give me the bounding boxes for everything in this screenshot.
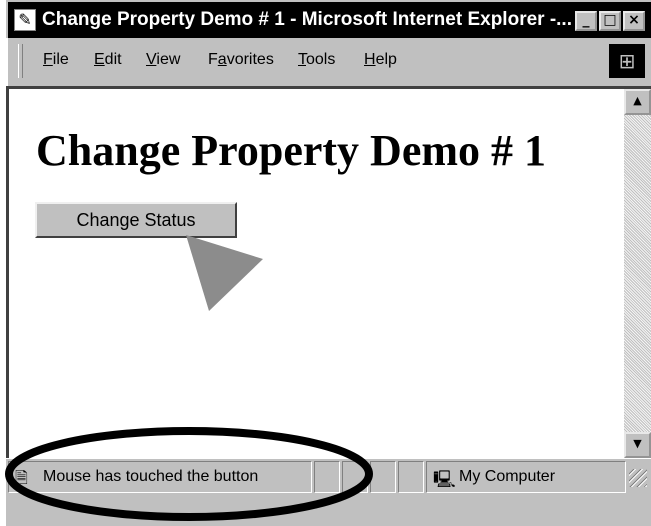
ie-page-icon[interactable]: ✎ [14, 9, 36, 31]
computer-icon: 🖳 [433, 470, 456, 490]
vertical-scrollbar[interactable]: ▲ ▼ [624, 89, 651, 458]
status-pane-empty-3 [370, 461, 396, 493]
status-pane-empty-4 [398, 461, 424, 493]
security-zone-pane: 🖳 My Computer [426, 461, 626, 493]
menu-view[interactable]: View [146, 51, 180, 69]
menu-file[interactable]: File [43, 51, 69, 69]
minimize-button[interactable]: _ [575, 11, 597, 31]
resize-grip-icon[interactable] [629, 469, 647, 487]
menu-bar-grip[interactable] [18, 44, 23, 78]
status-bar: 🗎 Mouse has touched the button 🖳 My Comp… [6, 458, 651, 526]
change-status-button[interactable]: Change Status [35, 202, 237, 238]
status-pane-empty-2 [342, 461, 368, 493]
status-pane-empty-1 [314, 461, 340, 493]
page-content: Change Property Demo # 1 Change Status [6, 86, 651, 458]
maximize-button[interactable]: □ [599, 11, 621, 31]
scroll-up-arrow-icon[interactable]: ▲ [624, 89, 651, 115]
browser-window: ✎ Change Property Demo # 1 - Microsoft I… [0, 0, 651, 526]
menu-tools[interactable]: Tools [298, 51, 335, 69]
title-bar: ✎ Change Property Demo # 1 - Microsoft I… [6, 0, 651, 38]
menu-favorites[interactable]: Favorites [208, 51, 274, 69]
scroll-down-arrow-icon[interactable]: ▼ [624, 432, 651, 458]
page-icon: 🗎 [15, 468, 28, 487]
menu-edit[interactable]: Edit [94, 51, 122, 69]
window-title: Change Property Demo # 1 - Microsoft Int… [42, 9, 572, 30]
menu-help[interactable]: Help [364, 51, 397, 69]
close-button[interactable]: × [623, 11, 645, 31]
windows-logo-icon: ⊞ [609, 44, 645, 78]
menu-bar: File Edit View Favorites Tools Help ⊞ [6, 38, 651, 86]
security-zone-label: My Computer [459, 468, 556, 485]
status-message-pane: 🗎 Mouse has touched the button [8, 461, 312, 493]
page-heading: Change Property Demo # 1 [36, 126, 546, 175]
status-message: Mouse has touched the button [43, 468, 259, 485]
